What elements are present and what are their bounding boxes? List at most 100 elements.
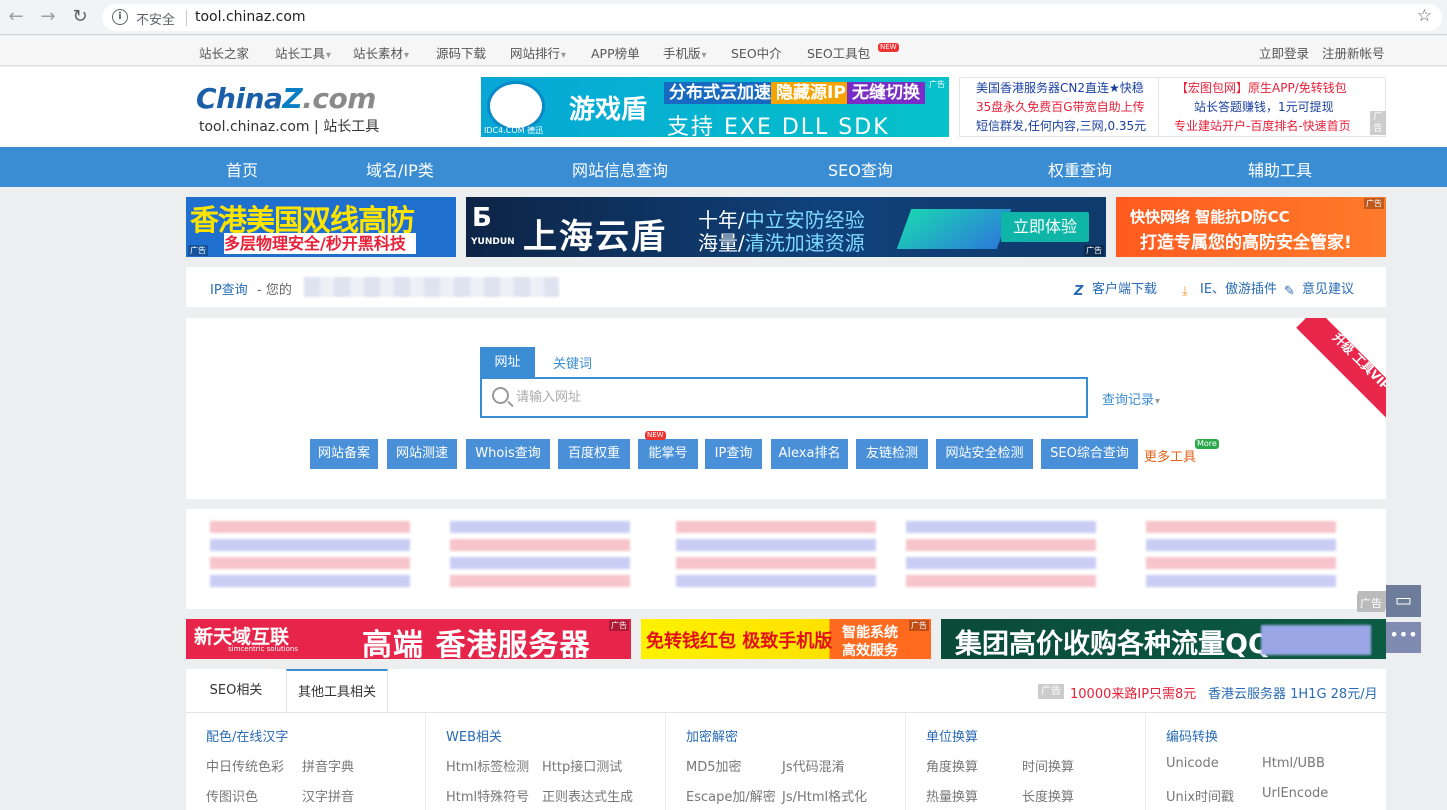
- ad-line[interactable]: 专业建站开户-百度排名-快速首页: [1158, 117, 1385, 136]
- column-title[interactable]: 单位换算: [926, 726, 978, 745]
- divider: [186, 10, 187, 26]
- chat-icon[interactable]: ▭: [1386, 585, 1421, 617]
- quick-button-seo-overview[interactable]: SEO综合查询: [1041, 439, 1138, 469]
- column-title[interactable]: 编码转换: [1166, 726, 1218, 745]
- tool-link[interactable]: Js代码混淆: [782, 756, 845, 775]
- tool-link[interactable]: Escape加/解密: [686, 786, 776, 805]
- address-bar[interactable]: i 不安全 tool.chinaz.com ☆: [102, 4, 1442, 31]
- ad-line[interactable]: 【宏图包网】原生APP/免转钱包: [1158, 79, 1385, 98]
- ad-link-ip[interactable]: 10000来路IP只需8元: [1070, 683, 1196, 702]
- topnav-item-seo-agency[interactable]: SEO中介: [731, 43, 782, 62]
- client-download-link[interactable]: Z 客户端下载: [1074, 278, 1157, 299]
- login-link[interactable]: 立即登录: [1259, 43, 1309, 62]
- query-history-dropdown[interactable]: 查询记录: [1102, 389, 1160, 408]
- mainnav-weight[interactable]: 权重查询: [1048, 157, 1112, 181]
- tool-link[interactable]: 热量换算: [926, 786, 978, 805]
- ad-corner: 广告: [1357, 594, 1385, 612]
- quick-button-nengzhang[interactable]: 能掌号: [638, 439, 698, 469]
- mainnav-seo[interactable]: SEO查询: [828, 157, 893, 181]
- tool-link[interactable]: 拼音字典: [302, 756, 354, 775]
- tool-link[interactable]: 长度换算: [1022, 786, 1074, 805]
- tab-seo-related[interactable]: SEO相关: [186, 669, 286, 713]
- ad-line[interactable]: 35盘永久免费百G带宽自助上传: [960, 98, 1158, 117]
- youxidun-ad-banner[interactable]: 游戏盾 分布式云加速 隐藏源IP 无缝切换 支持 EXE DLL SDK IDC…: [481, 77, 949, 137]
- forward-icon[interactable]: →: [37, 6, 59, 28]
- topnav-item-tools[interactable]: 站长工具: [275, 43, 331, 62]
- kuaikuai-ad[interactable]: 快快网络 智能抗D防CC 打造专属您的高防安全管家! 广告: [1116, 197, 1386, 257]
- quick-button-friendlink[interactable]: 友链检测: [856, 439, 928, 469]
- traffic-buy-ad[interactable]: 集团高价收购各种流量QQ:: [941, 619, 1386, 659]
- tool-link[interactable]: UrlEncode: [1262, 786, 1328, 801]
- register-link[interactable]: 注册新帐号: [1322, 43, 1385, 62]
- feedback-link[interactable]: ✎ 意见建议: [1284, 278, 1354, 299]
- yundun-ad[interactable]: Ƃ YUNDUN 上海云盾 十年/中立安防经验 海量/清洗加速资源 立即体验 广…: [466, 197, 1106, 257]
- topnav-item-materials[interactable]: 站长素材: [353, 43, 409, 62]
- ad-corner: 广告: [1364, 198, 1384, 209]
- tool-link[interactable]: MD5加密: [686, 756, 742, 775]
- ad-line-2: 高效服务: [842, 643, 898, 659]
- topnav-item-mobile[interactable]: 手机版: [663, 43, 707, 62]
- topnav-item-app-rank[interactable]: APP榜单: [591, 43, 640, 62]
- mainnav-home[interactable]: 首页: [226, 157, 258, 181]
- tool-link[interactable]: Html标签检测: [446, 756, 529, 775]
- fish-logo-icon: [487, 81, 545, 131]
- quick-button-ip[interactable]: IP查询: [705, 439, 762, 469]
- tool-link[interactable]: 正则表达式生成: [542, 786, 633, 805]
- tool-link[interactable]: 汉字拼音: [302, 786, 354, 805]
- search-input[interactable]: [516, 386, 1076, 408]
- tool-link[interactable]: 角度换算: [926, 756, 978, 775]
- tab-url[interactable]: 网址: [480, 347, 535, 378]
- quick-button-alexa[interactable]: Alexa排名: [771, 439, 848, 469]
- tool-link[interactable]: Html/UBB: [1262, 756, 1325, 771]
- browser-plugin-link[interactable]: ⤓ IE、傲游插件: [1182, 278, 1277, 299]
- topnav-item-source[interactable]: 源码下载: [436, 43, 486, 62]
- tab-keyword[interactable]: 关键词: [553, 353, 592, 372]
- column-title[interactable]: 配色/在线汉字: [206, 726, 288, 745]
- column-title[interactable]: WEB相关: [446, 726, 502, 745]
- more-dots-icon[interactable]: •••: [1386, 622, 1421, 653]
- tool-link[interactable]: 中日传统色彩: [206, 756, 284, 775]
- tool-link[interactable]: 传图识色: [206, 786, 258, 805]
- hk-us-defense-ad[interactable]: 香港美国双线高防 多层物理安全/秒开黑科技 广告: [186, 197, 456, 257]
- tool-link[interactable]: Http接口测试: [542, 756, 622, 775]
- quick-button-whois[interactable]: Whois查询: [466, 439, 550, 469]
- try-now-button[interactable]: 立即体验: [1001, 212, 1089, 242]
- topnav-item-zhanzhangzhijia[interactable]: 站长之家: [199, 43, 249, 62]
- back-icon[interactable]: ←: [5, 6, 27, 28]
- info-icon[interactable]: i: [112, 9, 128, 25]
- tab-other-tools[interactable]: 其他工具相关: [286, 669, 388, 713]
- tool-link[interactable]: Unicode: [1166, 756, 1219, 771]
- ad-headline: 集团高价收购各种流量QQ:: [955, 629, 1282, 659]
- chinaz-logo[interactable]: ChinaZ.com: [196, 82, 376, 115]
- tool-link[interactable]: 时间换算: [1022, 756, 1074, 775]
- quick-button-speedtest[interactable]: 网站测速: [387, 439, 457, 469]
- ad-line-1: 快快网络 智能抗D防CC: [1130, 208, 1290, 226]
- xintianyu-ad[interactable]: 新天域互联 simcentric solutions 高端 香港服务器 广告: [186, 619, 631, 659]
- ad-line-2: 海量/清洗加速资源: [698, 231, 865, 255]
- tool-link[interactable]: Html特殊符号: [446, 786, 529, 805]
- upgrade-vip-ribbon[interactable]: 升级 工具VIP: [1296, 318, 1386, 427]
- ad-line[interactable]: 站长答题赚钱，1元可提现: [1158, 98, 1385, 117]
- mainnav-aux-tools[interactable]: 辅助工具: [1248, 157, 1312, 181]
- more-tools-link[interactable]: 更多工具: [1144, 446, 1196, 465]
- bookmark-star-icon[interactable]: ☆: [1417, 6, 1432, 26]
- mainnav-domain-ip[interactable]: 域名/IP类: [366, 157, 434, 181]
- mainnav-site-info[interactable]: 网站信息查询: [572, 157, 668, 181]
- tool-link[interactable]: Unix时间戳: [1166, 786, 1234, 805]
- topnav-item-seo-toolkit[interactable]: SEO工具包: [807, 43, 870, 62]
- new-badge: NEW: [645, 431, 666, 440]
- red-packet-ad[interactable]: 免转钱红包 极致手机版 智能系统 高效服务 广告: [641, 619, 931, 659]
- tool-link[interactable]: Js/Html格式化: [782, 786, 867, 805]
- reload-icon[interactable]: ↻: [69, 6, 91, 28]
- quick-button-baidu-weight[interactable]: 百度权重: [558, 439, 630, 469]
- column-title[interactable]: 加密解密: [686, 726, 738, 745]
- quick-button-beian[interactable]: 网站备案: [310, 439, 378, 469]
- url-text[interactable]: tool.chinaz.com: [195, 9, 306, 25]
- tool-column-encoding: 编码转换 Unicode Html/UBB Unix时间戳 UrlEncode: [1146, 713, 1386, 810]
- ad-line[interactable]: 美国香港服务器CN2直连★快稳: [960, 79, 1158, 98]
- ad-line[interactable]: 短信群发,任何内容,三网,0.35元: [960, 117, 1158, 136]
- ad-link-hk-cloud[interactable]: 香港云服务器 1H1G 28元/月: [1208, 683, 1378, 702]
- ip-query-link[interactable]: IP查询: [210, 279, 248, 298]
- quick-button-security[interactable]: 网站安全检测: [936, 439, 1033, 469]
- topnav-item-ranking[interactable]: 网站排行: [510, 43, 566, 62]
